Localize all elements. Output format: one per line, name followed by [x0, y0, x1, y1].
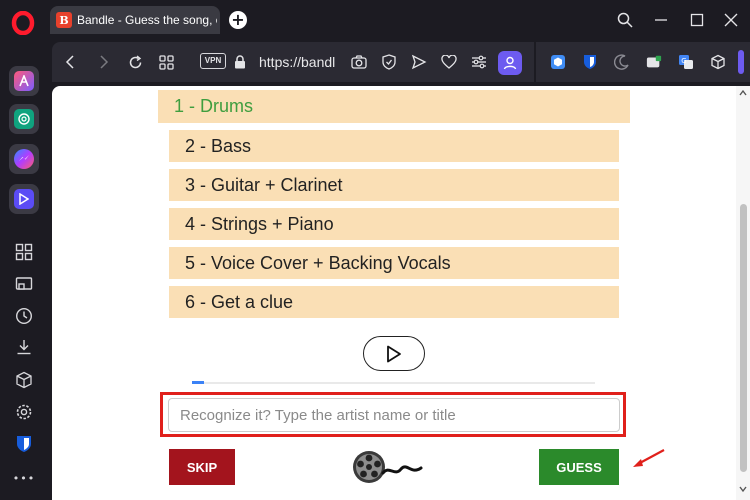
stage-3[interactable]: 3 - Guitar + Clarinet	[169, 169, 619, 201]
bandle-favicon-icon: B	[56, 12, 72, 28]
bitwarden-icon[interactable]	[14, 434, 34, 454]
messenger-icon[interactable]	[9, 144, 39, 174]
back-icon[interactable]	[62, 54, 78, 70]
vpn-badge[interactable]: VPN	[200, 53, 226, 69]
opera-logo-icon[interactable]	[11, 10, 35, 36]
stage-1[interactable]: 1 - Drums	[158, 90, 630, 123]
extension-pin-indicator	[738, 50, 744, 74]
scroll-down-icon[interactable]	[738, 484, 748, 494]
guess-button[interactable]: GUESS	[539, 449, 619, 485]
guess-input[interactable]	[168, 398, 620, 432]
minimize-icon[interactable]	[650, 9, 672, 31]
tab-bandle[interactable]: B Bandle - Guess the song, c	[50, 6, 220, 34]
forward-icon[interactable]	[96, 54, 112, 70]
bitwarden-extension-icon[interactable]	[582, 54, 598, 70]
stage-4[interactable]: 4 - Strings + Piano	[169, 208, 619, 240]
more-icon[interactable]: •••	[13, 468, 34, 488]
new-tab-button[interactable]: +	[229, 11, 247, 29]
player-icon[interactable]	[9, 184, 39, 214]
film-reel-icon	[349, 449, 425, 485]
easy-setup-icon[interactable]	[471, 54, 487, 70]
maximize-icon[interactable]	[686, 9, 708, 31]
audio-progress-fill	[192, 381, 204, 384]
page-content: 1 - Drums 2 - Bass 3 - Guitar + Clarinet…	[52, 86, 750, 500]
dark-reader-icon[interactable]	[614, 54, 630, 70]
heart-icon[interactable]	[441, 54, 457, 70]
address-bar: VPN https://bandl G	[52, 42, 750, 82]
send-icon[interactable]	[411, 54, 427, 70]
page-scrollbar[interactable]	[736, 86, 750, 500]
aria-icon[interactable]	[9, 66, 39, 96]
play-button[interactable]	[363, 336, 425, 371]
tab-bar: B Bandle - Guess the song, c +	[0, 0, 750, 40]
search-tabs-icon[interactable]	[614, 9, 636, 31]
lock-icon[interactable]	[232, 54, 248, 70]
stage-6-clue[interactable]: 6 - Get a clue	[169, 286, 619, 318]
url-field[interactable]: https://bandl	[259, 54, 335, 70]
shield-icon[interactable]	[381, 54, 397, 70]
tabs-icon[interactable]	[14, 274, 34, 294]
settings-icon[interactable]	[14, 402, 34, 422]
screenshot-extension-icon[interactable]	[646, 54, 662, 70]
close-icon[interactable]	[720, 9, 742, 31]
camera-icon[interactable]	[351, 54, 367, 70]
profile-icon[interactable]	[498, 51, 522, 75]
scroll-thumb[interactable]	[740, 204, 747, 472]
workspaces-icon[interactable]	[14, 242, 34, 262]
extension-box-icon[interactable]	[550, 54, 566, 70]
audio-progress-bar[interactable]	[192, 381, 595, 384]
cube-extension-icon[interactable]	[710, 54, 726, 70]
stage-5[interactable]: 5 - Voice Cover + Backing Vocals	[169, 247, 619, 279]
skip-button[interactable]: SKIP	[169, 449, 235, 485]
tab-title: Bandle - Guess the song, c	[77, 13, 217, 27]
history-icon[interactable]	[14, 306, 34, 326]
chatgpt-icon[interactable]	[9, 104, 39, 134]
scroll-up-icon[interactable]	[738, 88, 748, 98]
sidebar: •••	[0, 40, 48, 500]
stage-2[interactable]: 2 - Bass	[169, 130, 619, 162]
toolbar-divider	[534, 42, 536, 82]
downloads-icon[interactable]	[14, 337, 34, 357]
translate-icon[interactable]: G	[678, 54, 694, 70]
play-icon	[387, 345, 401, 362]
speed-dial-icon[interactable]	[158, 54, 174, 70]
svg-text:G: G	[681, 57, 686, 65]
reload-icon[interactable]	[127, 54, 143, 70]
pointer-arrow	[629, 447, 669, 471]
extensions-icon[interactable]	[14, 370, 34, 390]
